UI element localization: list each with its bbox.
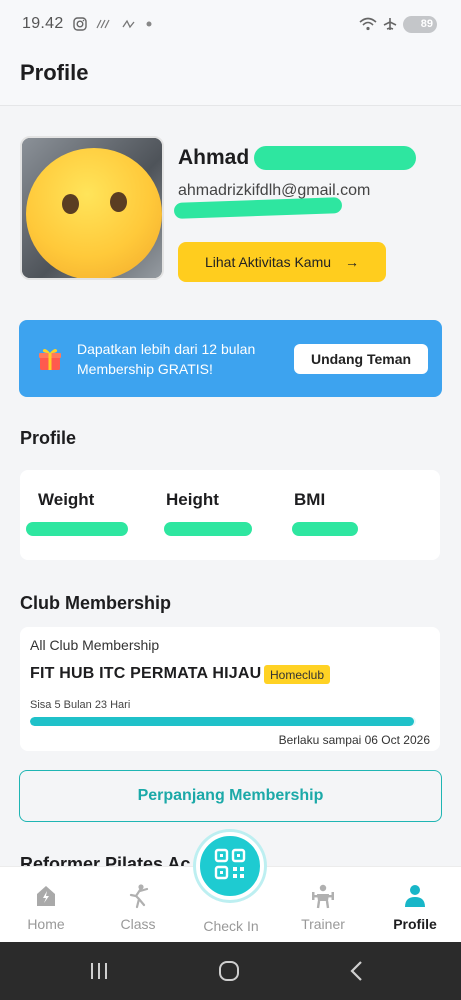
body-stats-card: Weight Height BMI (20, 470, 440, 560)
nav-home[interactable]: Home (1, 867, 91, 943)
next-section-title-text: Reformer Pilates Ac (20, 854, 191, 866)
check-in-button[interactable] (196, 832, 264, 900)
dot-icon (146, 21, 152, 27)
battery-level: 89 (420, 18, 433, 30)
status-bar: 19.42 89 (0, 0, 461, 48)
invite-friend-button[interactable]: Undang Teman (294, 343, 428, 374)
user-email: ahmadrizkifdlh@gmail.com (178, 182, 371, 199)
trainer-icon (310, 883, 336, 909)
redaction-mark-weight (26, 522, 128, 536)
emoji-face-icon (26, 148, 162, 278)
back-icon[interactable] (342, 958, 372, 984)
header: Profile (0, 48, 461, 106)
wifi-icon (359, 17, 377, 31)
class-icon (125, 883, 151, 909)
notification-app-icon (96, 19, 112, 29)
stat-bmi-label: BMI (294, 490, 326, 509)
instagram-icon (72, 17, 87, 31)
nav-profile-label: Profile (393, 916, 437, 932)
redaction-mark (254, 146, 416, 170)
nav-class-label: Class (120, 916, 156, 932)
homeclub-badge: Homeclub (264, 665, 331, 684)
page-title: Profile (20, 60, 89, 85)
redaction-mark-height (164, 522, 252, 536)
stat-weight-label: Weight (38, 490, 95, 509)
user-name: Ahmad (178, 146, 250, 169)
membership-progress-bar (30, 717, 416, 726)
home-icon (33, 883, 59, 909)
referral-banner[interactable]: Dapatkan lebih dari 12 bulan Membership … (19, 320, 442, 397)
battery-icon: 89 (403, 15, 437, 33)
nav-profile[interactable]: Profile (370, 867, 460, 943)
view-activity-button[interactable]: Lihat Aktivitas Kamu → (178, 242, 386, 282)
qr-code-icon (214, 848, 246, 885)
system-nav-bar (0, 942, 461, 1000)
arrow-right-icon: → (345, 254, 360, 270)
membership-progress-fill (30, 717, 415, 726)
home-circle-icon[interactable] (214, 958, 244, 984)
stat-height-label: Height (166, 490, 219, 509)
next-section-title: Reformer Pilates Ac (20, 852, 220, 866)
profile-card: Ahmad ahmadrizkifdlh@gmail.com Lihat Akt… (20, 136, 440, 286)
nav-home-label: Home (27, 916, 65, 932)
emoji-eye-right (110, 192, 127, 212)
view-activity-label: Lihat Aktivitas Kamu (204, 254, 332, 270)
recent-apps-icon[interactable] (84, 958, 114, 984)
membership-card[interactable]: All Club Membership FIT HUB ITC PERMATA … (20, 627, 440, 751)
notification-app-icon-2 (121, 19, 137, 29)
redaction-mark-2 (173, 197, 343, 219)
nav-trainer[interactable]: Trainer (278, 867, 368, 943)
referral-text: Dapatkan lebih dari 12 bulan Membership … (77, 340, 256, 377)
membership-valid-until: Berlaku sampai 06 Oct 2026 (278, 733, 430, 747)
status-time: 19.42 (22, 15, 64, 32)
avatar[interactable] (20, 136, 164, 280)
redaction-mark-bmi (292, 522, 358, 536)
club-name: FIT HUB ITC PERMATA HIJAU (30, 665, 262, 682)
membership-section-title: Club Membership (20, 593, 172, 613)
nav-checkin-label[interactable]: Check In (191, 918, 271, 934)
membership-remaining: Sisa 5 Bulan 23 Hari (30, 699, 131, 711)
gift-icon (37, 346, 63, 372)
renew-membership-button[interactable]: Perpanjang Membership (19, 770, 442, 822)
membership-type: All Club Membership (30, 637, 160, 653)
person-icon (402, 883, 428, 909)
nav-trainer-label: Trainer (301, 916, 345, 932)
nav-class[interactable]: Class (93, 867, 183, 943)
emoji-eye-left (62, 194, 79, 214)
airplane-mode-icon (383, 17, 397, 31)
profile-section-title: Profile (20, 428, 77, 448)
